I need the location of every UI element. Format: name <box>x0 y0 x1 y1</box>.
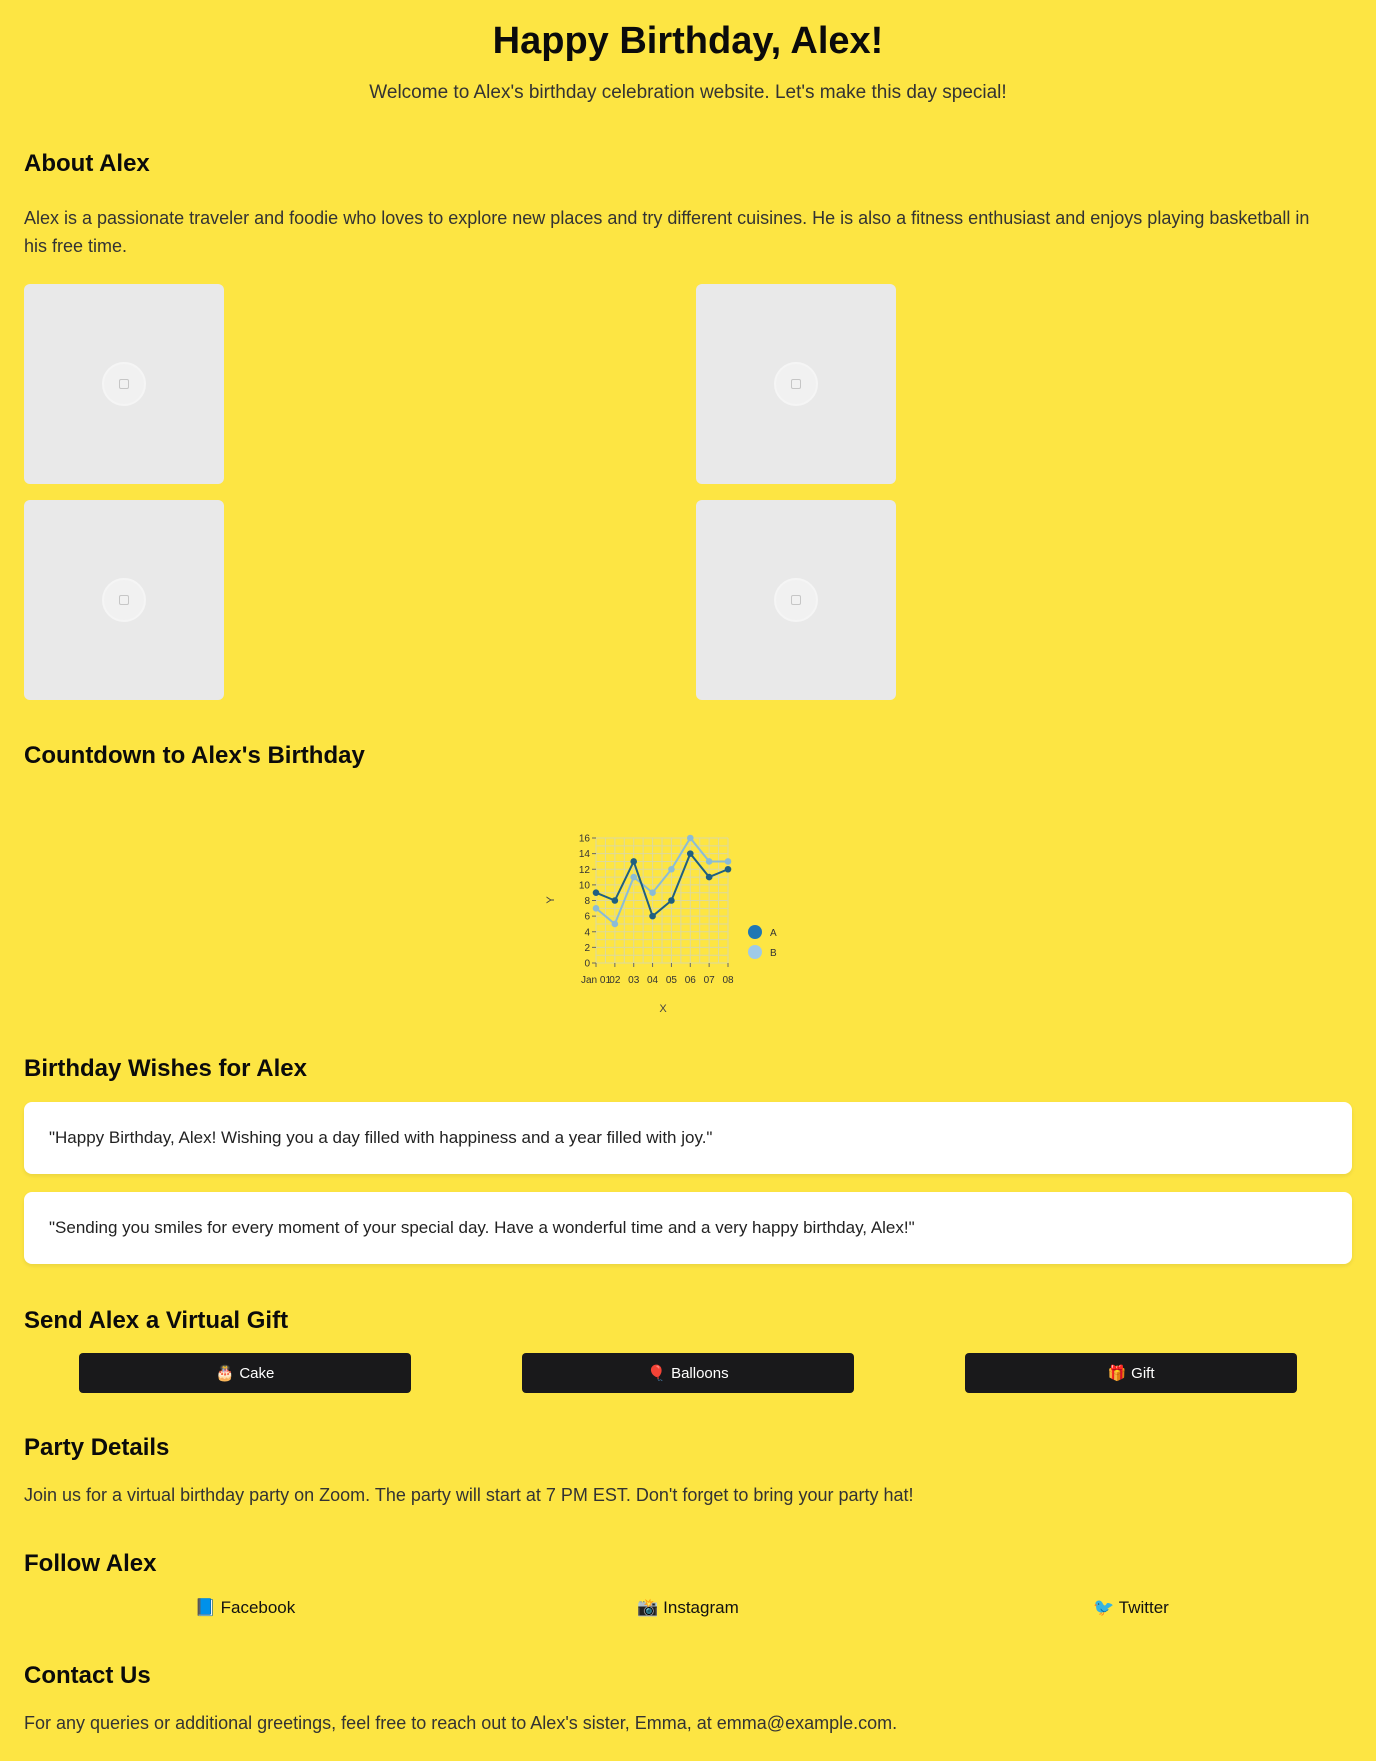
photo-2 <box>696 284 896 484</box>
y-tick-label: 12 <box>579 865 591 876</box>
party-text: Join us for a virtual birthday party on … <box>24 1485 914 1505</box>
follow-heading: Follow Alex <box>24 1550 157 1577</box>
x-tick-label: 05 <box>666 975 678 986</box>
image-placeholder-icon <box>791 595 801 605</box>
data-point-B <box>686 834 694 842</box>
legend-marker-A <box>748 925 762 939</box>
image-placeholder-icon <box>119 595 129 605</box>
image-placeholder-icon <box>791 379 801 389</box>
data-point-A <box>649 912 656 920</box>
data-point-A <box>611 897 619 904</box>
contact-text: For any queries or additional greetings,… <box>24 1713 898 1733</box>
data-point-B <box>649 889 656 896</box>
y-tick-label: 16 <box>579 834 591 845</box>
facebook-label: Facebook <box>220 1598 296 1617</box>
wish-card: "Happy Birthday, Alex! Wishing you a day… <box>24 1102 1352 1174</box>
instagram-link[interactable]: 📸 Instagram <box>538 1598 838 1618</box>
bird-icon: 🐦 <box>1093 1598 1115 1617</box>
page-subtitle: Welcome to Alex's birthday celebration w… <box>369 82 1007 103</box>
balloons-gift-button[interactable]: 🎈 Balloons <box>522 1353 854 1393</box>
cake-gift-label: Cake <box>239 1364 275 1382</box>
contact-heading: Contact Us <box>24 1662 151 1689</box>
twitter-link[interactable]: 🐦 Twitter <box>981 1598 1281 1618</box>
page-title: Happy Birthday, Alex! <box>492 20 884 62</box>
data-point-A <box>705 873 713 881</box>
wish-card: "Sending you smiles for every moment of … <box>24 1192 1352 1264</box>
gift-icon: 🎁 <box>1107 1365 1127 1382</box>
x-tick-label: 06 <box>685 975 697 986</box>
countdown-chart: 0 2 4 6 8 10 12 14 16 Jan 01 02 03 04 05 06 07 08 AB X Y <box>540 826 800 1016</box>
x-tick-label: 04 <box>647 975 659 986</box>
chart-svg: 0246810121416Jan 0102 03 04 05 06 07 08 AB X Y <box>545 834 777 1016</box>
camera-icon: 📸 <box>637 1598 659 1617</box>
page: Happy Birthday, Alex! Welcome to Alex's … <box>0 0 1376 1761</box>
y-tick-label: 10 <box>579 880 591 891</box>
about-text: Alex is a passionate traveler and foodie… <box>24 208 1310 256</box>
y-tick-label: 6 <box>584 912 590 923</box>
data-point-B <box>724 858 732 865</box>
balloon-icon: 🎈 <box>647 1365 667 1382</box>
x-tick-label: Jan 01 <box>581 975 611 986</box>
data-point-A <box>668 897 675 904</box>
data-point-B <box>668 865 675 873</box>
data-point-B <box>592 905 600 912</box>
legend-marker-B <box>748 945 762 959</box>
x-tick-label: 07 <box>704 975 716 986</box>
y-tick-label: 8 <box>584 896 590 907</box>
photo-1 <box>24 284 224 484</box>
photo-3 <box>24 500 224 700</box>
gifts-heading: Send Alex a Virtual Gift <box>24 1307 289 1334</box>
y-tick-label: 0 <box>584 959 590 970</box>
photo-4 <box>696 500 896 700</box>
gift-gift-button[interactable]: 🎁 Gift <box>965 1353 1297 1393</box>
image-placeholder-icon <box>119 379 129 389</box>
data-point-A <box>724 865 732 873</box>
data-point-B <box>705 858 713 865</box>
data-point-A <box>592 889 600 896</box>
y-tick-label: 14 <box>579 849 591 860</box>
legend-label-A: A <box>770 928 777 939</box>
cake-gift-button[interactable]: 🎂 Cake <box>79 1353 411 1393</box>
facebook-icon: 📘 <box>194 1598 216 1617</box>
legend-label-B: B <box>770 948 777 959</box>
data-point-B <box>630 873 638 881</box>
data-point-B <box>611 920 619 928</box>
facebook-link[interactable]: 📘 Facebook <box>95 1598 395 1618</box>
y-tick-label: 4 <box>584 927 590 938</box>
gift-gift-label: Gift <box>1131 1364 1155 1382</box>
balloons-gift-label: Balloons <box>671 1364 729 1382</box>
about-heading: About Alex <box>24 150 150 177</box>
x-tick-label: 02 <box>609 975 621 986</box>
cake-icon: 🎂 <box>215 1365 235 1382</box>
data-point-A <box>630 858 638 865</box>
x-axis-label: X <box>659 1003 667 1015</box>
countdown-heading: Countdown to Alex's Birthday <box>24 742 365 769</box>
x-tick-label: 03 <box>628 975 640 986</box>
data-point-A <box>686 850 694 857</box>
wishes-heading: Birthday Wishes for Alex <box>24 1055 307 1082</box>
party-heading: Party Details <box>24 1434 170 1461</box>
y-tick-label: 2 <box>584 943 590 954</box>
y-axis-label: Y <box>545 896 557 904</box>
instagram-label: Instagram <box>663 1598 739 1617</box>
twitter-label: Twitter <box>1118 1598 1169 1617</box>
x-tick-label: 08 <box>722 975 734 986</box>
